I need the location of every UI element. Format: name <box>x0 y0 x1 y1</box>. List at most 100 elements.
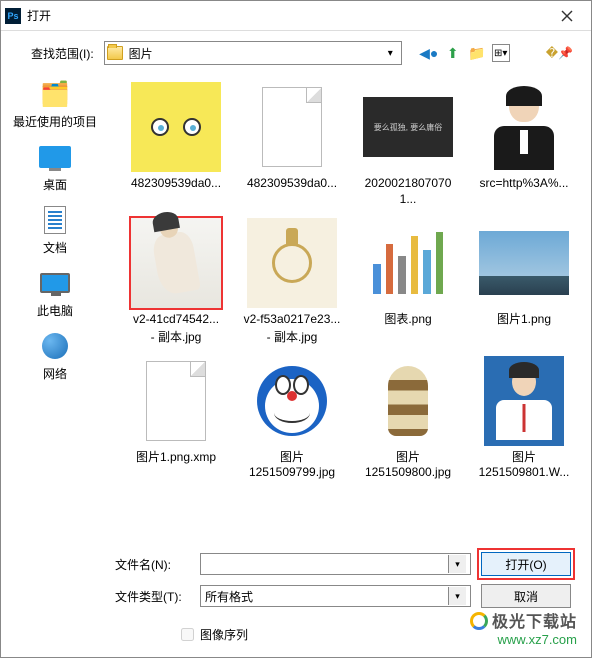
filetype-label: 文件类型(T): <box>115 588 190 605</box>
doraemon-thumbnail <box>247 356 337 446</box>
main-content: 🗂️ 最近使用的项目 桌面 文档 此电脑 网络 482309539da0... <box>1 73 591 543</box>
file-thumbnail <box>246 81 338 173</box>
file-name-sub: - 副本.jpg <box>151 328 202 345</box>
file-grid: 482309539da0... 482309539da0... 要么孤独, 要么… <box>123 81 577 479</box>
file-name: 482309539da0... <box>247 176 337 192</box>
network-icon <box>42 333 68 359</box>
sidebar-item-label: 文档 <box>43 239 67 256</box>
sidebar-item-documents[interactable]: 文档 <box>37 205 73 256</box>
blank-doc-icon <box>146 361 206 441</box>
spongebob-thumbnail <box>131 82 221 172</box>
file-item-selected[interactable]: v2-41cd74542... - 副本.jpg <box>123 217 229 345</box>
chart-thumbnail <box>363 218 453 308</box>
lookup-label: 查找范围(I): <box>31 45 94 62</box>
file-name-sub: 1251509801.W... <box>479 465 570 479</box>
back-icon[interactable]: ◀● <box>420 44 438 62</box>
file-name: 482309539da0... <box>131 176 221 192</box>
pc-icon <box>40 273 70 293</box>
file-item[interactable]: 图片 1251509800.jpg <box>355 355 461 480</box>
window-title: 打开 <box>27 7 547 24</box>
file-name: 图片 <box>396 450 420 466</box>
file-thumbnail <box>478 355 570 447</box>
file-name-sub: 1251509800.jpg <box>365 465 451 479</box>
file-name: 图片 <box>512 450 536 466</box>
sidebar-item-label: 最近使用的项目 <box>13 113 97 130</box>
chevron-down-icon[interactable]: ▾ <box>448 555 466 573</box>
file-grid-area[interactable]: 482309539da0... 482309539da0... 要么孤独, 要么… <box>109 73 591 543</box>
file-item[interactable]: 482309539da0... <box>239 81 345 207</box>
folder-dropdown[interactable]: 图片 ▾ <box>104 41 402 65</box>
file-item[interactable]: 图片 1251509801.W... <box>471 355 577 480</box>
filetype-value: 所有格式 <box>205 588 448 605</box>
title-bar: Ps 打开 <box>1 1 591 31</box>
close-icon <box>561 10 573 22</box>
file-name-sub: - 副本.jpg <box>267 328 318 345</box>
skyline-thumbnail <box>479 231 569 295</box>
file-name: 图表.png <box>384 312 431 328</box>
cancel-button-label: 取消 <box>514 588 538 605</box>
file-item[interactable]: 482309539da0... <box>123 81 229 207</box>
perfume-thumbnail <box>247 218 337 308</box>
chevron-down-icon[interactable]: ▾ <box>448 587 466 605</box>
file-thumbnail <box>246 217 338 309</box>
filename-label: 文件名(N): <box>115 556 190 573</box>
filetype-dropdown[interactable]: 所有格式 ▾ <box>200 585 471 607</box>
chevron-down-icon: ▾ <box>382 48 399 59</box>
file-name: src=http%3A%... <box>479 176 568 192</box>
folder-icon <box>107 46 123 60</box>
file-item[interactable]: src=http%3A%... <box>471 81 577 207</box>
file-thumbnail <box>478 81 570 173</box>
close-button[interactable] <box>547 2 587 30</box>
recent-icon: 🗂️ <box>37 79 73 109</box>
file-item[interactable]: 图片 1251509799.jpg <box>239 355 345 480</box>
lookup-row: 查找范围(I): 图片 ▾ ◀● ⬆ 📁 ⊞▾ �📌 <box>1 31 591 73</box>
burger-thumbnail <box>363 356 453 446</box>
file-item[interactable]: v2-f53a0217e23... - 副本.jpg <box>239 217 345 345</box>
filename-input[interactable]: ▾ <box>200 553 471 575</box>
sidebar-item-network[interactable]: 网络 <box>37 331 73 382</box>
id-photo-thumbnail <box>484 356 564 446</box>
photoshop-icon: Ps <box>5 8 21 24</box>
file-name: v2-41cd74542... <box>133 312 219 328</box>
image-sequence-label: 图像序列 <box>200 626 248 643</box>
sidebar: 🗂️ 最近使用的项目 桌面 文档 此电脑 网络 <box>1 73 109 543</box>
filetype-row: 文件类型(T): 所有格式 ▾ 取消 <box>115 584 571 608</box>
file-name: 20200218070701... <box>357 176 459 207</box>
filename-row: 文件名(N): ▾ 打开(O) <box>115 552 571 576</box>
new-folder-icon[interactable]: 📁 <box>468 44 486 62</box>
desktop-icon <box>39 146 71 168</box>
sidebar-item-label: 此电脑 <box>37 302 73 319</box>
id-photo-thumbnail <box>489 82 559 172</box>
file-name: v2-f53a0217e23... <box>244 312 341 328</box>
file-thumbnail <box>362 355 454 447</box>
file-name: 图片1.png.xmp <box>136 450 216 466</box>
sidebar-item-recent[interactable]: 🗂️ 最近使用的项目 <box>13 79 97 130</box>
file-item[interactable]: 图片1.png.xmp <box>123 355 229 480</box>
blank-doc-icon <box>262 87 322 167</box>
sidebar-item-this-pc[interactable]: 此电脑 <box>37 268 73 319</box>
file-item[interactable]: 要么孤独, 要么庸俗 20200218070701... <box>355 81 461 207</box>
sidebar-item-label: 网络 <box>43 365 67 382</box>
document-icon <box>44 206 66 234</box>
view-menu-icon[interactable]: ⊞▾ <box>492 44 510 62</box>
pin-icon[interactable]: �📌 <box>546 46 573 60</box>
bottom-panel: 文件名(N): ▾ 打开(O) 文件类型(T): 所有格式 ▾ 取消 图像序列 … <box>1 550 591 657</box>
image-sequence-checkbox[interactable] <box>181 628 194 641</box>
toolbar-icons: ◀● ⬆ 📁 ⊞▾ <box>420 44 510 62</box>
file-name-sub: 1251509799.jpg <box>249 465 335 479</box>
pose-thumbnail <box>131 218 221 308</box>
open-button[interactable]: 打开(O) <box>481 552 571 576</box>
file-item[interactable]: 图片1.png <box>471 217 577 345</box>
sidebar-item-label: 桌面 <box>43 176 67 193</box>
open-button-label: 打开(O) <box>505 556 546 573</box>
file-item[interactable]: 图表.png <box>355 217 461 345</box>
cancel-button[interactable]: 取消 <box>481 584 571 608</box>
file-thumbnail <box>130 217 222 309</box>
file-thumbnail <box>246 355 338 447</box>
image-sequence-row: 图像序列 <box>1 618 591 657</box>
file-thumbnail <box>362 217 454 309</box>
file-name: 图片1.png <box>497 312 551 328</box>
file-thumbnail: 要么孤独, 要么庸俗 <box>362 81 454 173</box>
sidebar-item-desktop[interactable]: 桌面 <box>37 142 73 193</box>
up-icon[interactable]: ⬆ <box>444 44 462 62</box>
